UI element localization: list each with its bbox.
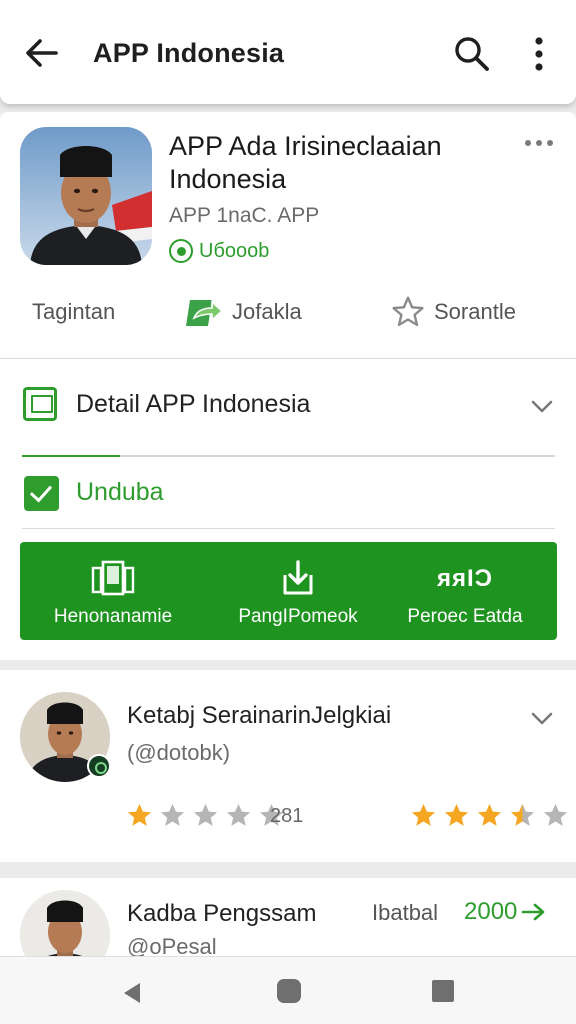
action-label: Tagintan	[32, 299, 116, 324]
banner-label: Peroec Eatda	[407, 606, 523, 627]
action-label: Jofakla	[232, 299, 302, 324]
top-app-bar: APP Indonesia	[0, 0, 576, 104]
more-vert-icon[interactable]	[526, 36, 552, 72]
action-share[interactable]: Jofakla	[182, 288, 302, 336]
banner-label: PangIPomeok	[238, 606, 358, 627]
star-icon	[411, 804, 436, 826]
star-icon	[543, 804, 568, 826]
arrow-right-icon	[522, 903, 545, 921]
rating-stars	[126, 802, 285, 829]
star-icon	[160, 804, 185, 826]
rating-count: 281	[270, 805, 304, 827]
app-icon[interactable]	[20, 127, 152, 265]
search-icon[interactable]	[452, 34, 492, 74]
divider	[0, 358, 576, 359]
download-icon	[279, 560, 317, 598]
star-icon	[477, 804, 502, 826]
checkbox-checked[interactable]	[24, 476, 59, 511]
nav-home-icon[interactable]	[277, 979, 301, 1003]
rating-stars	[410, 802, 569, 829]
text-icon: яяƖƆ	[436, 565, 494, 592]
arrow-left-icon[interactable]	[22, 34, 60, 72]
page-title: APP Indonesia	[93, 38, 285, 68]
stat-value: 2000	[464, 898, 518, 925]
app-title: APP Ada Irisineclaaian Indonesia	[169, 131, 442, 194]
detail-row[interactable]: Detail APP Indonesia	[0, 374, 576, 436]
app-developer: APP 1naC. APP	[169, 204, 320, 227]
action-row: Tagintan Jofakla Sorantle	[0, 288, 576, 336]
review-card[interactable]: Ketabj SerainarinJelgkiai (@dotobk) 281	[0, 670, 576, 862]
star-icon	[444, 804, 469, 826]
reviewer-name: Kadba Pengssam	[127, 900, 317, 927]
action-star[interactable]: Sorantle	[390, 288, 516, 336]
star-outline-icon	[392, 296, 424, 327]
verified-badge: Uбooob	[169, 238, 269, 264]
star-icon	[193, 804, 218, 826]
verified-icon	[169, 239, 193, 263]
banner-label: Henonanamie	[53, 606, 173, 627]
unduba-checkbox-row[interactable]: Unduba	[0, 466, 576, 522]
action-tagintan[interactable]: Tagintan	[32, 288, 115, 336]
verified-label: Uбooob	[199, 239, 270, 262]
panels-icon	[91, 560, 135, 598]
banner-item-3[interactable]: яяƖƆ Peroec Eatda	[400, 542, 530, 640]
chevron-down-icon[interactable]	[528, 704, 556, 732]
nav-back-icon[interactable]	[120, 981, 144, 1005]
share-arrow-icon	[186, 300, 224, 326]
star-icon	[127, 804, 152, 826]
banner-item-1[interactable]: Henonanamie	[48, 542, 178, 640]
detail-label: Detail APP Indonesia	[76, 390, 311, 418]
action-label: Sorantle	[434, 299, 516, 324]
action-banner: Henonanamie PangIPomeok яяƖƆ Peroec Eatd…	[20, 542, 557, 640]
star-icon	[226, 804, 251, 826]
reviewer-name: Ketabj SerainarinJelgkiai	[127, 702, 392, 729]
banner-item-2[interactable]: PangIPomeok	[228, 542, 368, 640]
progress-divider	[22, 455, 555, 457]
app-card: APP Ada Irisineclaaian Indonesia APP 1na…	[0, 112, 576, 660]
star-icon	[510, 804, 535, 826]
reviewer-handle: (@dotobk)	[127, 740, 231, 765]
stat-value-link[interactable]: 2000	[464, 898, 547, 926]
screen-icon	[23, 387, 57, 421]
divider	[22, 528, 555, 529]
more-horiz-icon[interactable]	[524, 136, 554, 150]
chevron-down-icon[interactable]	[528, 392, 556, 420]
online-status-icon	[87, 754, 111, 778]
checkbox-label: Unduba	[76, 478, 164, 506]
nav-recents-icon[interactable]	[432, 980, 454, 1002]
stat-label: Ibatbal	[372, 900, 439, 925]
system-nav-bar	[0, 956, 576, 1024]
